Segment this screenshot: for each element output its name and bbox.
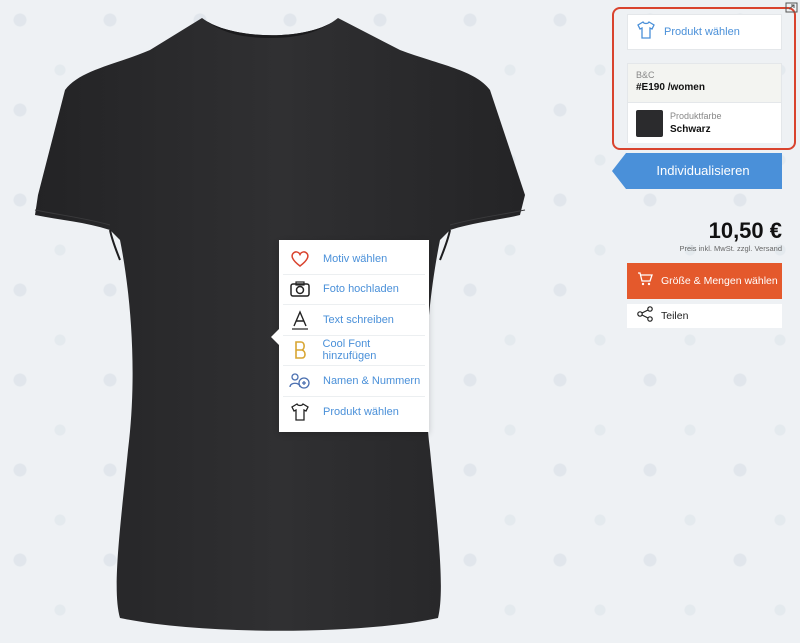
choose-size-quantity-label: Größe & Mengen wählen — [661, 275, 778, 287]
product-color-label: Produktfarbe — [670, 111, 722, 121]
menu-item-names-numbers[interactable]: Namen & Nummern — [283, 366, 425, 397]
tshirt-icon — [289, 401, 311, 423]
cart-icon — [637, 271, 653, 291]
menu-pointer-arrow — [271, 328, 280, 346]
tshirt-icon — [636, 20, 656, 44]
menu-item-upload-photo[interactable]: Foto hochladen — [283, 275, 425, 305]
share-button[interactable]: Teilen — [627, 304, 782, 328]
menu-item-label: Produkt wählen — [323, 405, 399, 418]
menu-item-write-text[interactable]: Text schreiben — [283, 305, 425, 336]
price: 10,50 € — [708, 218, 782, 243]
menu-item-label: Motiv wählen — [323, 252, 388, 265]
choose-size-quantity-button[interactable]: Größe & Mengen wählen — [627, 263, 782, 299]
price-note: Preis inkl. MwSt. zzgl. Versand — [679, 244, 782, 253]
choose-product-button[interactable]: Produkt wählen — [627, 14, 782, 50]
menu-item-label: Cool Font hinzufügen — [322, 338, 377, 363]
product-color-selector[interactable]: Produktfarbe Schwarz — [628, 102, 781, 143]
design-action-menu: Motiv wählen Foto hochladen Text schreib… — [271, 240, 429, 432]
choose-product-label: Produkt wählen — [664, 26, 740, 38]
product-brand: B&C — [636, 70, 655, 80]
product-color-value: Schwarz — [670, 124, 711, 135]
menu-item-add-cool-font[interactable]: Cool Font hinzufügen — [283, 336, 425, 366]
product-model: #E190 /women — [636, 82, 705, 93]
menu-item-label: Foto hochladen — [323, 283, 399, 296]
resize-icon[interactable] — [785, 0, 798, 13]
share-icon — [637, 305, 653, 327]
text-icon — [289, 309, 311, 331]
names-numbers-icon — [289, 370, 311, 392]
color-swatch — [636, 110, 663, 137]
cool-font-icon — [289, 339, 311, 361]
product-info-card[interactable]: B&C #E190 /women Produktfarbe Schwarz — [627, 63, 782, 143]
share-label: Teilen — [661, 310, 689, 322]
menu-item-choose-product[interactable]: Produkt wählen — [283, 397, 425, 428]
design-canvas: Motiv wählen Foto hochladen Text schreib… — [0, 0, 800, 643]
heart-icon — [289, 248, 311, 270]
menu-item-label: Text schreiben — [323, 313, 394, 326]
menu-item-label: Namen & Nummern — [323, 374, 421, 387]
customize-button[interactable]: Individualisieren — [612, 153, 782, 189]
customize-label: Individualisieren — [656, 163, 750, 178]
camera-icon — [289, 278, 311, 300]
menu-item-choose-motif[interactable]: Motiv wählen — [283, 244, 425, 275]
